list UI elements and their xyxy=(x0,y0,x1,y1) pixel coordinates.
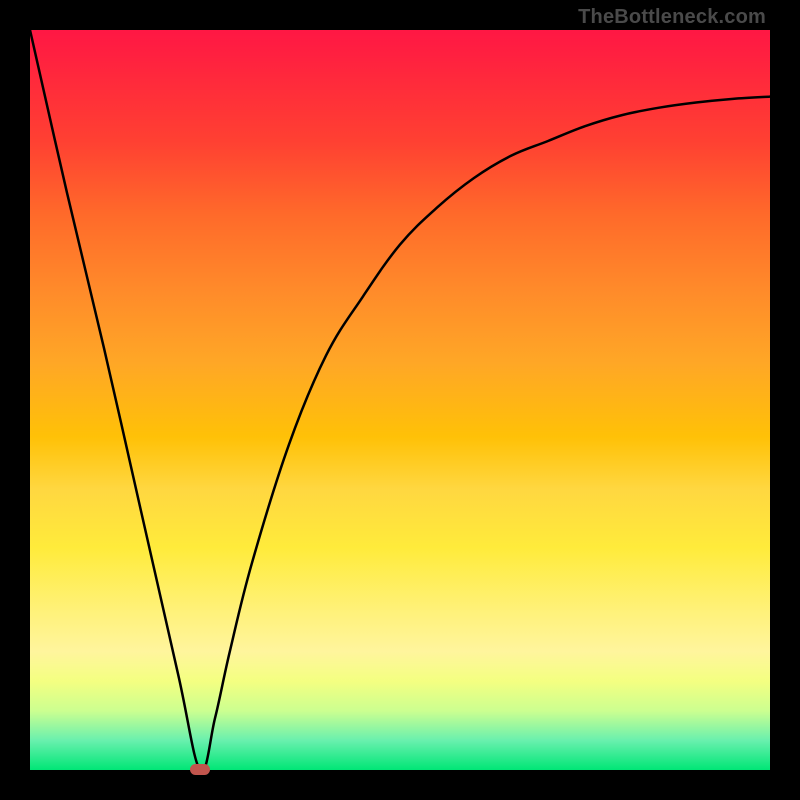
plot-area xyxy=(30,30,770,770)
bottleneck-curve xyxy=(30,30,770,770)
branding-text: TheBottleneck.com xyxy=(578,6,766,29)
chart-frame: TheBottleneck.com xyxy=(0,0,800,800)
minimum-marker-icon xyxy=(190,764,210,775)
